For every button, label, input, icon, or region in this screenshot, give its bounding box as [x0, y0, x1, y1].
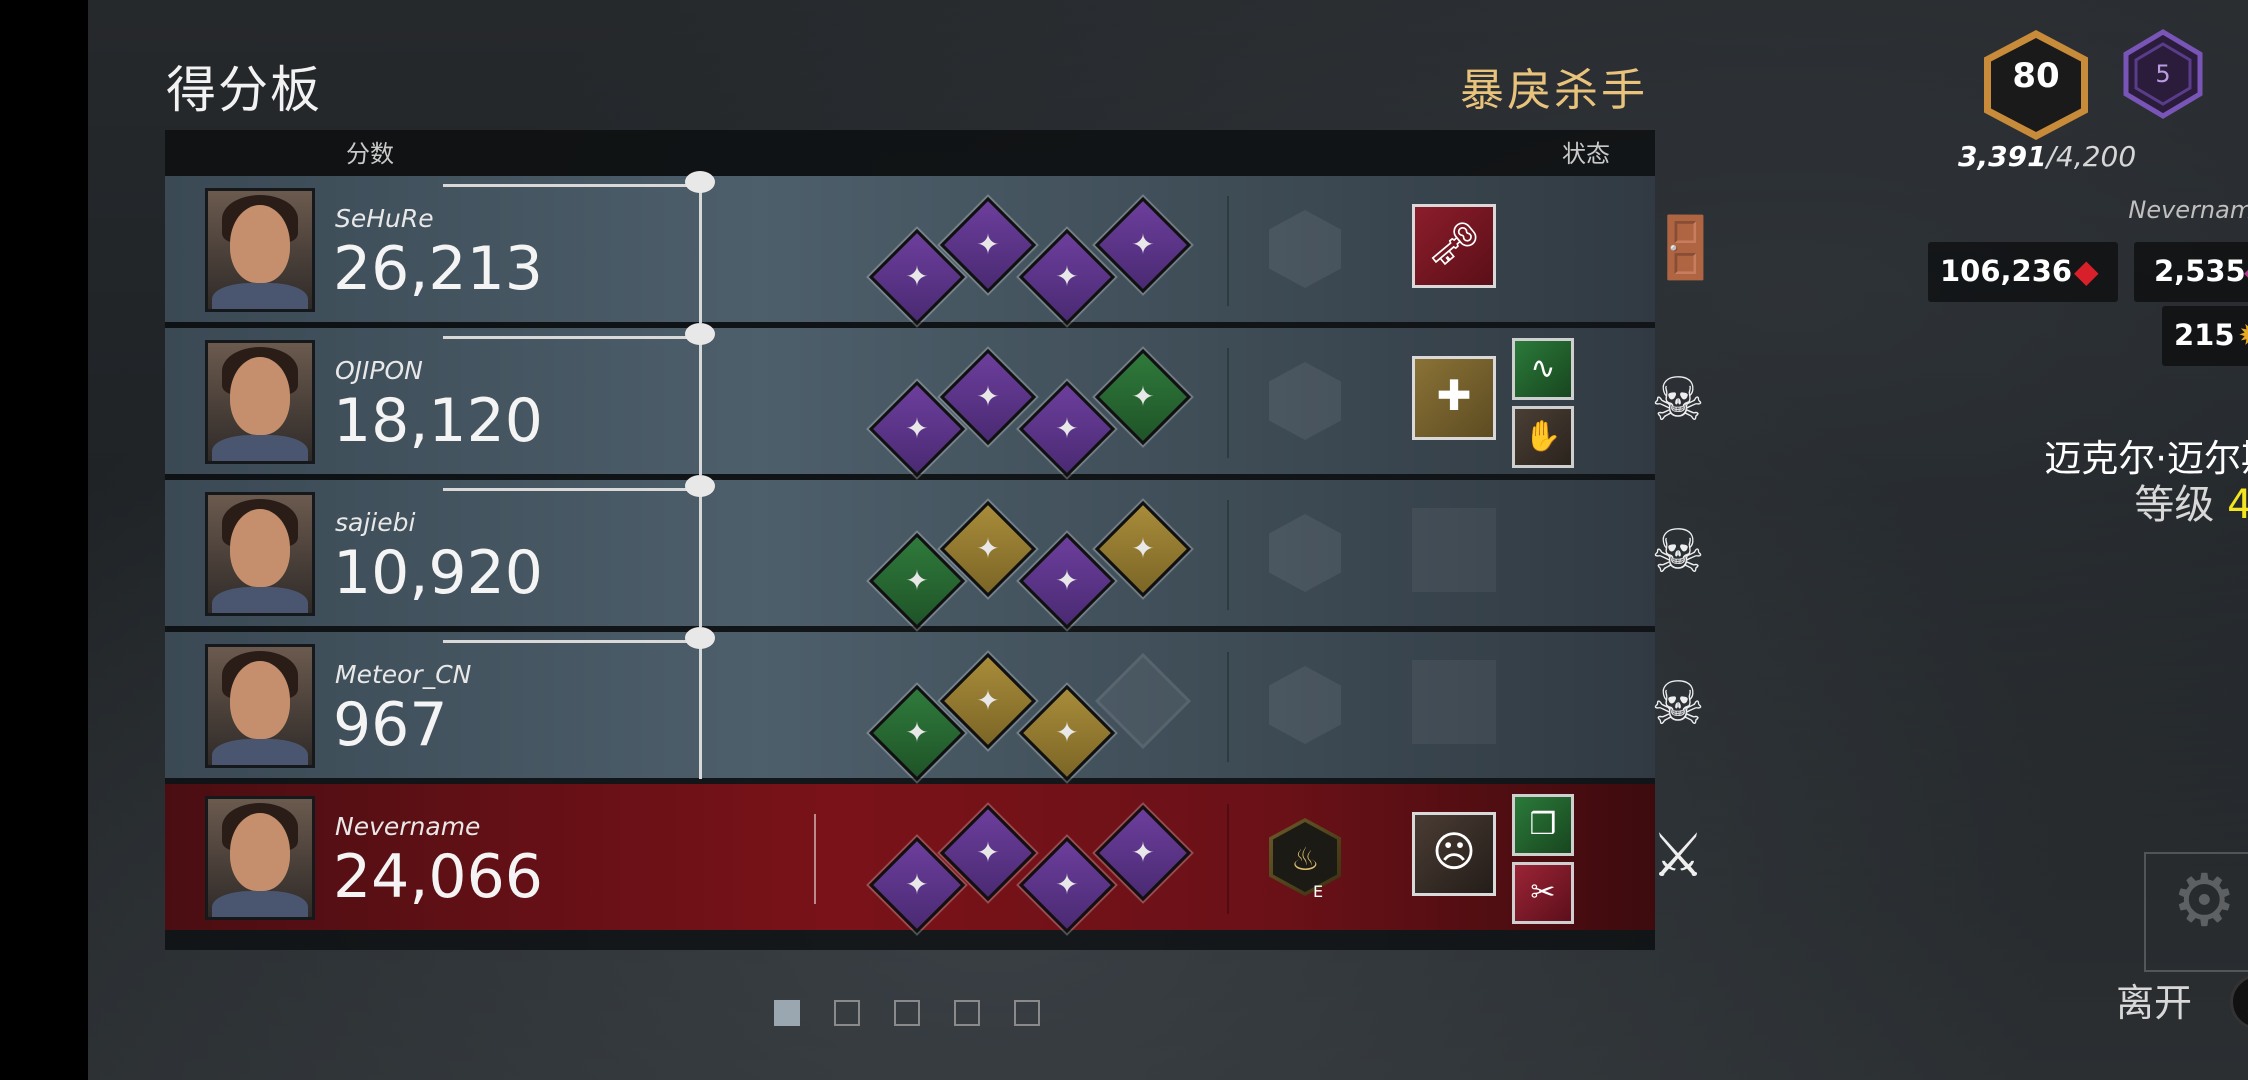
player-name: SeHuRe [335, 204, 434, 233]
player-nickname: Nevername [2128, 196, 2248, 224]
shards-counter: 215 ✹ [2162, 306, 2248, 366]
offering-slot[interactable] [1269, 362, 1341, 440]
level-label: 等级 [2134, 482, 2215, 528]
settings-button[interactable]: ⚙ [2144, 852, 2248, 972]
addon-icon[interactable]: ✋ [1512, 406, 1574, 468]
survivor-row[interactable]: Meteor_CN 967 ✦ ✦ ✦ ☠ [165, 627, 1705, 782]
shards-value: 215 [2174, 318, 2235, 352]
bloodpoints-value: 106,236 [1940, 254, 2073, 288]
divider [1227, 804, 1229, 914]
skull-icon: ☠ [1651, 365, 1705, 435]
xp-max: /4,200 [2046, 140, 2137, 173]
divider [814, 814, 816, 904]
score-column-header: 分数 [346, 140, 394, 168]
killer-slash-icon: ⚔ [1651, 821, 1705, 891]
character-level: 等级 41 [1918, 472, 2248, 530]
character-level-value: 41 [2227, 482, 2248, 528]
xp-current: 3,391 [1958, 140, 2047, 173]
addon-icon[interactable]: ❒ [1512, 794, 1574, 856]
page-dot[interactable] [774, 1000, 800, 1026]
bloodpoints-icon: ◆ [2074, 252, 2099, 290]
player-name: sajiebi [335, 508, 416, 537]
shards-icon: ✹ [2238, 316, 2248, 354]
player-portrait [205, 644, 315, 768]
empty-item-icon[interactable] [1412, 508, 1496, 592]
score-progress-bracket [443, 171, 715, 323]
key-icon[interactable]: 🗝 [1412, 204, 1496, 288]
offering-slot[interactable] [1269, 666, 1341, 744]
auric-cells-icon: ◆ [2244, 252, 2248, 290]
bloodpoints-counter: 106,236 ◆ [1928, 242, 2118, 302]
player-name: Nevername [335, 812, 481, 841]
score-progress-bracket [443, 627, 715, 779]
survivor-row[interactable]: OJIPON 18,120 ✦ ✦ ✦ ✦ ✚ ∿ ✋ ☠ [165, 323, 1705, 478]
page-dot[interactable] [894, 1000, 920, 1026]
gear-icon: ⚙ [2172, 858, 2237, 942]
medkit-icon[interactable]: ✚ [1412, 356, 1496, 440]
match-result-title: 暴戾杀手 [1460, 65, 1648, 116]
scoreboard-screen: 得分板 暴戾杀手 分数 状态 SeHuRe 26,213 ✦ ✦ ✦ ✦ 🗝 🚪 OJIPON 1… [88, 0, 2248, 1080]
player-portrait [205, 796, 315, 920]
page-dot[interactable] [1014, 1000, 1040, 1026]
player-level: 80 [2012, 56, 2060, 96]
page-dot[interactable] [834, 1000, 860, 1026]
divider [1227, 348, 1229, 458]
leave-button[interactable]: X [2230, 974, 2248, 1030]
power-portrait-icon[interactable]: ☹ [1412, 812, 1496, 896]
leave-label[interactable]: 离开 [2116, 972, 2192, 1027]
score-progress-bracket [443, 323, 715, 475]
survivor-row[interactable]: sajiebi 10,920 ✦ ✦ ✦ ✦ ☠ [165, 475, 1705, 630]
offering-letter: E [1313, 882, 1324, 901]
addon-icon[interactable]: ∿ [1512, 338, 1574, 400]
player-portrait [205, 188, 315, 312]
skull-icon: ☠ [1651, 517, 1705, 587]
page-dot[interactable] [954, 1000, 980, 1026]
page-title: 得分板 [166, 61, 322, 119]
offering-slot[interactable] [1269, 210, 1341, 288]
offering-icon: ♨ [1291, 840, 1320, 878]
player-score: 967 [333, 690, 448, 760]
escaped-door-icon: 🚪 [1648, 213, 1723, 283]
divider [1227, 500, 1229, 610]
empty-item-icon[interactable] [1412, 660, 1496, 744]
player-portrait [205, 492, 315, 616]
player-portrait [205, 340, 315, 464]
addon-icon[interactable]: ✂ [1512, 862, 1574, 924]
divider [1227, 652, 1229, 762]
rank-number: 5 [2155, 60, 2171, 88]
offering-slot[interactable] [1269, 514, 1341, 592]
killer-row[interactable]: Nevername 24,066 ✦ ✦ ✦ ✦ ♨ E ☹ ❒ ✂ ⚔ [165, 784, 1705, 934]
skull-icon: ☠ [1651, 669, 1705, 739]
divider [1227, 196, 1229, 306]
player-score: 24,066 [333, 842, 543, 912]
status-column-header: 状态 [1562, 140, 1610, 168]
xp-progress: 3,391/4,200 [1958, 140, 2136, 173]
auric-cells-value: 2,535 [2154, 254, 2246, 288]
survivor-row[interactable]: SeHuRe 26,213 ✦ ✦ ✦ ✦ 🗝 🚪 [165, 171, 1723, 326]
score-progress-bracket [443, 475, 715, 627]
player-name: OJIPON [335, 356, 423, 385]
auric-cells-counter: 2,535 ◆ [2134, 242, 2248, 302]
